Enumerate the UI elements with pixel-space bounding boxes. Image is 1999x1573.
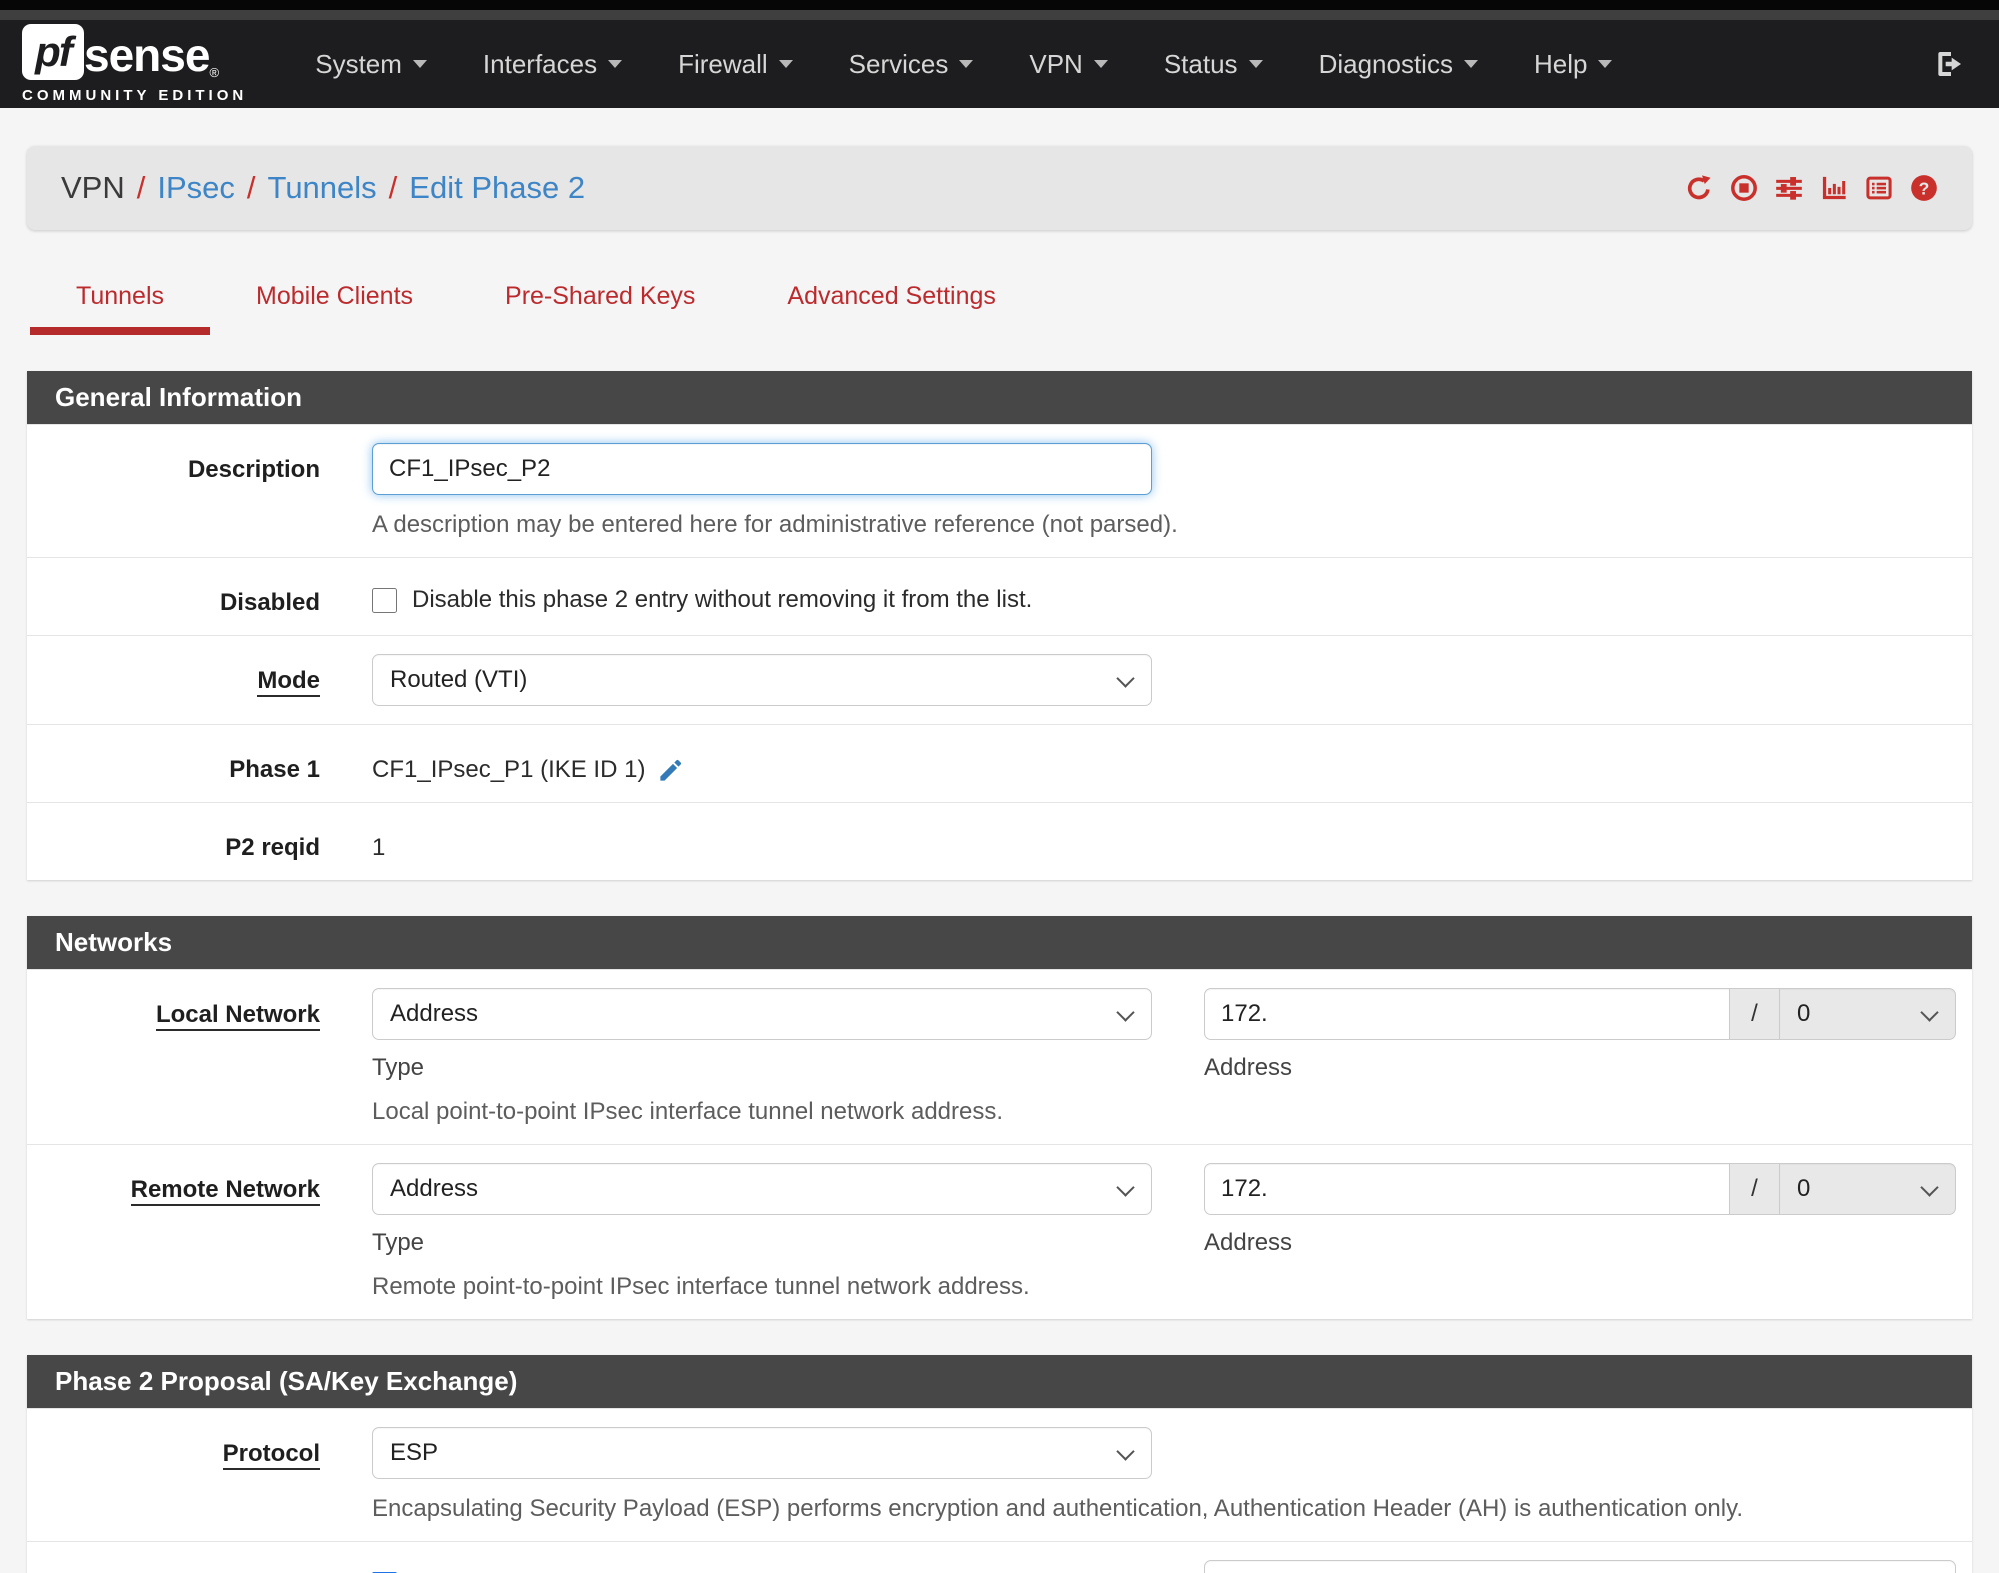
- nav-item-firewall[interactable]: Firewall: [650, 49, 821, 80]
- remote-network-help-text: Remote point-to-point IPsec interface tu…: [372, 1273, 1030, 1300]
- sliders-icon[interactable]: [1775, 174, 1803, 202]
- local-address-sub-label: Address: [1204, 1054, 1293, 1081]
- protocol-select[interactable]: ESP: [372, 1427, 1152, 1479]
- chevron-down-icon: [412, 60, 427, 68]
- tab-advanced-settings[interactable]: Advanced Settings: [741, 268, 1041, 335]
- disabled-row: Disabled Disable this phase 2 entry with…: [27, 557, 1972, 635]
- bar-chart-icon[interactable]: [1820, 174, 1848, 202]
- window-top-strip: [0, 0, 1999, 10]
- disabled-checkbox-label: Disable this phase 2 entry without remov…: [412, 586, 1033, 613]
- breadcrumb: VPN / IPsec / Tunnels / Edit Phase 2: [61, 170, 586, 206]
- local-network-label: Local Network: [155, 1001, 320, 1031]
- local-prefix-select[interactable]: 0: [1780, 988, 1956, 1040]
- stop-icon[interactable]: [1730, 174, 1758, 202]
- breadcrumb-link-tunnels[interactable]: Tunnels: [268, 170, 377, 206]
- protocol-help-text: Encapsulating Security Payload (ESP) per…: [372, 1495, 1743, 1522]
- tab-pre-shared-keys[interactable]: Pre-Shared Keys: [459, 268, 741, 335]
- phase1-row: Phase 1 CF1_IPsec_P1 (IKE ID 1): [27, 724, 1972, 802]
- breadcrumb-link-edit-phase-2[interactable]: Edit Phase 2: [409, 170, 585, 206]
- page-content: VPN / IPsec / Tunnels / Edit Phase 2 ? T…: [0, 108, 1999, 1573]
- logo-sense-text: sense: [84, 29, 210, 81]
- tab-bar: Tunnels Mobile Clients Pre-Shared Keys A…: [30, 268, 1999, 335]
- breadcrumb-link-ipsec[interactable]: IPsec: [157, 170, 235, 206]
- local-prefix-separator: /: [1730, 988, 1780, 1040]
- description-input[interactable]: [372, 443, 1152, 495]
- phase1-label: Phase 1: [229, 756, 320, 783]
- description-label: Description: [187, 456, 320, 483]
- list-icon[interactable]: [1865, 174, 1893, 202]
- general-information-panel: General Information Description A descri…: [27, 371, 1972, 880]
- description-row: Description A description may be entered…: [27, 424, 1972, 557]
- nav-item-help[interactable]: Help: [1506, 49, 1640, 80]
- breadcrumb-root: VPN: [61, 170, 125, 205]
- breadcrumb-panel: VPN / IPsec / Tunnels / Edit Phase 2 ?: [27, 146, 1972, 230]
- panel-title-phase2-proposal: Phase 2 Proposal (SA/Key Exchange): [27, 1355, 1972, 1408]
- phase2-proposal-panel: Phase 2 Proposal (SA/Key Exchange) Proto…: [27, 1355, 1972, 1573]
- local-network-help-text: Local point-to-point IPsec interface tun…: [372, 1098, 1004, 1125]
- remote-network-type-select[interactable]: Address: [372, 1163, 1152, 1215]
- panel-title-networks: Networks: [27, 916, 1972, 969]
- window-chrome-strip: [0, 10, 1999, 20]
- chevron-down-icon: [959, 60, 974, 68]
- help-icon[interactable]: ?: [1910, 174, 1938, 202]
- remote-network-row: Remote Network Address Type /: [27, 1144, 1972, 1319]
- chevron-down-icon: [1598, 60, 1613, 68]
- protocol-row: Protocol ESP Encapsulating Security Payl…: [27, 1408, 1972, 1541]
- local-network-type-select[interactable]: Address: [372, 988, 1152, 1040]
- nav-item-system[interactable]: System: [287, 49, 455, 80]
- tab-tunnels[interactable]: Tunnels: [30, 268, 211, 335]
- description-help-text: A description may be entered here for ad…: [372, 511, 1178, 538]
- chevron-down-icon: [1463, 60, 1478, 68]
- chevron-down-icon: [778, 60, 793, 68]
- sign-out-icon[interactable]: [1933, 48, 1965, 80]
- remote-network-label: Remote Network: [130, 1176, 320, 1206]
- disabled-label: Disabled: [219, 589, 320, 616]
- phase1-value: CF1_IPsec_P1 (IKE ID 1): [372, 756, 646, 783]
- tab-mobile-clients[interactable]: Mobile Clients: [210, 268, 459, 335]
- remote-prefix-select[interactable]: 0: [1780, 1163, 1956, 1215]
- chevron-down-icon: [1093, 60, 1108, 68]
- refresh-icon[interactable]: [1685, 174, 1713, 202]
- encryption-aes-row: Encryption Algorithms AES 256 bits: [27, 1541, 1972, 1573]
- svg-text:?: ?: [1919, 178, 1930, 198]
- p2-reqid-label: P2 reqid: [225, 834, 320, 861]
- navbar-menu: System Interfaces Firewall Services VPN …: [287, 49, 1933, 80]
- nav-item-diagnostics[interactable]: Diagnostics: [1291, 49, 1506, 80]
- community-edition-label: COMMUNITY EDITION: [22, 87, 248, 104]
- registered-mark: ®: [209, 65, 220, 80]
- mode-label: Mode: [257, 667, 320, 697]
- remote-prefix-separator: /: [1730, 1163, 1780, 1215]
- panel-title-general-information: General Information: [27, 371, 1972, 424]
- mode-row: Mode Routed (VTI): [27, 635, 1972, 724]
- nav-item-status[interactable]: Status: [1136, 49, 1291, 80]
- remote-address-sub-label: Address: [1204, 1229, 1293, 1256]
- nav-item-interfaces[interactable]: Interfaces: [455, 49, 650, 80]
- aes-keylen-select[interactable]: 256 bits: [1204, 1560, 1956, 1573]
- page-action-icons: ?: [1685, 174, 1938, 202]
- remote-type-sub-label: Type: [372, 1229, 425, 1256]
- nav-item-services[interactable]: Services: [821, 49, 1002, 80]
- pfsense-logo[interactable]: pf sense ® COMMUNITY EDITION: [22, 24, 247, 104]
- local-network-address-input[interactable]: [1204, 988, 1730, 1040]
- remote-network-address-input[interactable]: [1204, 1163, 1730, 1215]
- local-type-sub-label: Type: [372, 1054, 425, 1081]
- main-navbar: pf sense ® COMMUNITY EDITION System Inte…: [0, 20, 1999, 108]
- edit-pencil-icon[interactable]: [657, 757, 684, 784]
- local-network-row: Local Network Address Type /: [27, 969, 1972, 1144]
- disabled-checkbox[interactable]: [372, 587, 397, 613]
- networks-panel: Networks Local Network Address Type /: [27, 916, 1972, 1319]
- protocol-label: Protocol: [222, 1440, 320, 1470]
- chevron-down-icon: [608, 60, 623, 68]
- chevron-down-icon: [1248, 60, 1263, 68]
- p2-reqid-value: 1: [372, 834, 386, 861]
- p2-reqid-row: P2 reqid 1: [27, 802, 1972, 880]
- nav-item-vpn[interactable]: VPN: [1001, 49, 1135, 80]
- pf-logo-box: pf: [22, 24, 84, 80]
- mode-select[interactable]: Routed (VTI): [372, 654, 1152, 706]
